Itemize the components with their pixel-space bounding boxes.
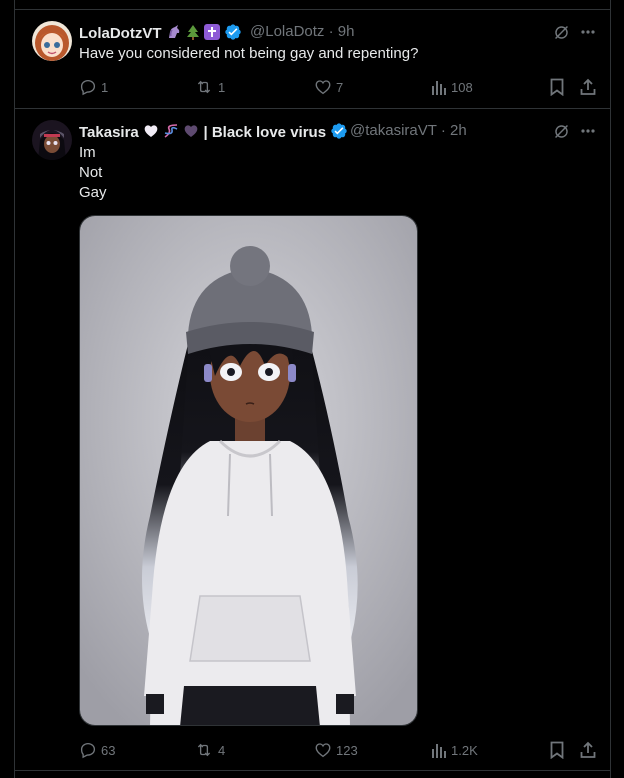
- display-name-takasira[interactable]: Takasira | Black love virus: [79, 122, 348, 144]
- reply-button[interactable]: 1: [79, 78, 108, 96]
- like-icon: [315, 743, 331, 758]
- cross-emoji-icon: [204, 24, 221, 44]
- unicorn-emoji-icon: [166, 24, 182, 44]
- like-count: 123: [336, 742, 358, 758]
- display-name-text: LolaDotzVT: [79, 25, 162, 42]
- views-icon: [432, 81, 446, 95]
- like-count: 7: [336, 79, 344, 95]
- reply-count: 63: [101, 742, 116, 758]
- divider: [14, 108, 611, 109]
- views-count: 108: [451, 79, 473, 95]
- grok-icon[interactable]: [553, 123, 570, 145]
- avatar-lola[interactable]: [32, 21, 72, 61]
- display-name-suffix: | Black love virus: [203, 124, 327, 141]
- tweet-text-line: Gay: [79, 184, 107, 201]
- timestamp[interactable]: 9h: [338, 23, 355, 40]
- repost-button[interactable]: 4: [194, 741, 225, 759]
- divider: [14, 9, 611, 10]
- divider: [14, 770, 611, 771]
- repost-icon: [197, 80, 211, 94]
- bookmark-button[interactable]: [549, 78, 565, 96]
- grok-icon[interactable]: [553, 24, 570, 46]
- handle[interactable]: @LolaDotz: [250, 23, 324, 40]
- repost-icon: [197, 743, 211, 757]
- share-button[interactable]: [580, 78, 596, 96]
- like-button[interactable]: 123: [314, 741, 358, 759]
- views-button[interactable]: 108: [431, 78, 473, 96]
- repost-count: 4: [218, 742, 226, 758]
- dna-emoji-icon: [163, 123, 179, 143]
- reply-icon: [80, 742, 96, 759]
- views-icon: [432, 744, 446, 758]
- timestamp[interactable]: 2h: [450, 122, 467, 139]
- separator: ·: [328, 23, 334, 40]
- purple-heart-emoji-icon: [183, 123, 199, 143]
- tweet-text-line: Im: [79, 144, 96, 161]
- tweet-meta-lola: @LolaDotz · 9h: [250, 23, 354, 40]
- tweet-meta-takasira: @takasiraVT · 2h: [350, 122, 467, 139]
- reply-button[interactable]: 63: [79, 741, 115, 759]
- display-name-text: Takasira: [79, 124, 139, 141]
- tree-emoji-icon: [186, 24, 200, 44]
- avatar-takasira[interactable]: [32, 120, 72, 160]
- views-button[interactable]: 1.2K: [431, 741, 478, 759]
- verified-badge-icon: [330, 122, 348, 144]
- more-icon[interactable]: [580, 123, 596, 144]
- white-heart-emoji-icon: [143, 123, 159, 143]
- bookmark-icon: [550, 78, 564, 96]
- more-icon[interactable]: [580, 24, 596, 45]
- share-icon: [580, 741, 596, 758]
- reply-count: 1: [101, 79, 109, 95]
- separator: ·: [440, 122, 446, 139]
- like-button[interactable]: 7: [314, 78, 343, 96]
- repost-button[interactable]: 1: [194, 78, 225, 96]
- share-icon: [580, 78, 596, 95]
- handle[interactable]: @takasiraVT: [350, 122, 437, 139]
- repost-count: 1: [218, 79, 226, 95]
- tweet-text: Have you considered not being gay and re…: [79, 45, 419, 62]
- display-name-lola[interactable]: LolaDotzVT: [79, 23, 242, 45]
- like-icon: [315, 80, 331, 95]
- bookmark-icon: [550, 741, 564, 759]
- bookmark-button[interactable]: [549, 741, 565, 759]
- reply-icon: [80, 79, 96, 96]
- tweet-media-image[interactable]: [79, 215, 418, 726]
- share-button[interactable]: [580, 741, 596, 759]
- views-count: 1.2K: [451, 742, 478, 758]
- tweet-text-line: Not: [79, 164, 103, 181]
- verified-badge-icon: [224, 23, 242, 45]
